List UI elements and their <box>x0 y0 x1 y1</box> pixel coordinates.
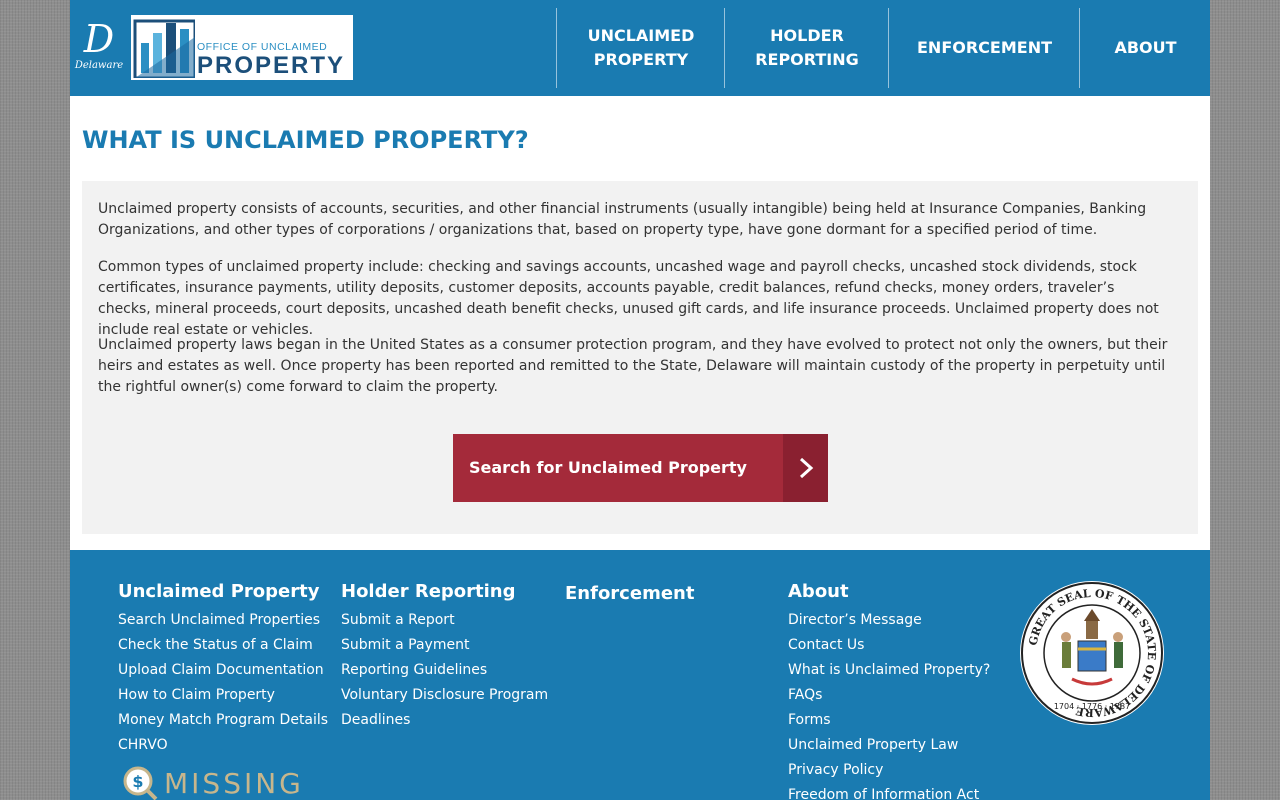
footer-link-contact-us[interactable]: Contact Us <box>788 633 990 658</box>
footer-heading[interactable]: Holder Reporting <box>341 580 548 604</box>
paragraph-common-types: Common types of unclaimed property inclu… <box>98 259 1159 338</box>
footer-link-how-to-claim[interactable]: How to Claim Property <box>118 683 328 708</box>
footer-link-foia[interactable]: Freedom of Information Act <box>788 783 990 800</box>
footer-link-unclaimed-property-law[interactable]: Unclaimed Property Law <box>788 733 990 758</box>
footer-col-unclaimed-property: Unclaimed Property Search Unclaimed Prop… <box>118 580 328 758</box>
nav-label-line1: HOLDER <box>770 26 844 45</box>
footer-link-forms[interactable]: Forms <box>788 708 990 733</box>
footer-link-money-match[interactable]: Money Match Program Details <box>118 708 328 733</box>
footer-link-faqs[interactable]: FAQs <box>788 683 990 708</box>
footer-link-privacy-policy[interactable]: Privacy Policy <box>788 758 990 783</box>
footer-col-holder-reporting: Holder Reporting Submit a Report Submit … <box>341 580 548 733</box>
page-title: WHAT IS UNCLAIMED PROPERTY? <box>82 126 529 154</box>
footer-link-voluntary-disclosure[interactable]: Voluntary Disclosure Program <box>341 683 548 708</box>
site-header: D Delaware OFFICE OF UNCLAIMED PROPERTY … <box>70 0 1210 96</box>
content-box: Unclaimed property consists of accounts,… <box>82 181 1198 534</box>
svg-text:$: $ <box>132 772 143 791</box>
paragraph-definition: Unclaimed property consists of accounts,… <box>98 201 1147 238</box>
office-unclaimed-property-logo[interactable]: OFFICE OF UNCLAIMED PROPERTY <box>131 15 353 80</box>
nav-about[interactable]: ABOUT <box>1079 8 1210 88</box>
delaware-state-seal: GREAT SEAL OF THE STATE OF DELAWARE 1704… <box>1020 581 1164 725</box>
chevron-right-icon <box>783 434 828 502</box>
missing-money-logo[interactable]: $ MISSING money <box>122 765 301 800</box>
nav-label-line1: ABOUT <box>1114 38 1177 57</box>
building-bars-icon <box>133 19 195 78</box>
page: D Delaware OFFICE OF UNCLAIMED PROPERTY … <box>70 0 1210 800</box>
nav-unclaimed-property[interactable]: UNCLAIMED PROPERTY <box>556 8 725 88</box>
footer-link-claim-status[interactable]: Check the Status of a Claim <box>118 633 328 658</box>
paragraph-laws: Unclaimed property laws began in the Uni… <box>98 337 1168 395</box>
footer-heading[interactable]: About <box>788 580 990 604</box>
footer-link-search-properties[interactable]: Search Unclaimed Properties <box>118 608 328 633</box>
footer-link-directors-message[interactable]: Director’s Message <box>788 608 990 633</box>
missing-money-bottom: money <box>166 795 279 800</box>
nav-label-line1: ENFORCEMENT <box>917 38 1052 57</box>
state-seal-icon: GREAT SEAL OF THE STATE OF DELAWARE 1704… <box>1021 582 1163 724</box>
footer-heading[interactable]: Unclaimed Property <box>118 580 328 604</box>
delaware-logo[interactable]: D Delaware <box>74 20 124 74</box>
footer-link-submit-payment[interactable]: Submit a Payment <box>341 633 548 658</box>
search-unclaimed-property-button[interactable]: Search for Unclaimed Property <box>453 434 828 502</box>
footer-link-chrvo[interactable]: CHRVO <box>118 733 328 758</box>
footer-heading[interactable]: Enforcement <box>565 582 694 606</box>
logo-line-property: PROPERTY <box>197 52 346 79</box>
delaware-logo-word: Delaware <box>74 60 124 71</box>
site-footer: Unclaimed Property Search Unclaimed Prop… <box>70 550 1210 800</box>
footer-link-what-is-unclaimed[interactable]: What is Unclaimed Property? <box>788 658 990 683</box>
delaware-logo-letter: D <box>83 17 115 61</box>
footer-link-reporting-guidelines[interactable]: Reporting Guidelines <box>341 658 548 683</box>
nav-label-line2: REPORTING <box>755 50 859 69</box>
nav-label-line1: UNCLAIMED <box>587 26 695 45</box>
footer-col-enforcement: Enforcement <box>565 582 694 610</box>
footer-link-deadlines[interactable]: Deadlines <box>341 708 548 733</box>
seal-years: 1704 · 1776 · 1787 <box>1054 702 1130 711</box>
magnifier-dollar-icon: $ <box>123 766 158 800</box>
footer-link-submit-report[interactable]: Submit a Report <box>341 608 548 633</box>
nav-enforcement[interactable]: ENFORCEMENT <box>888 8 1080 88</box>
footer-col-about: About Director’s Message Contact Us What… <box>788 580 990 800</box>
nav-holder-reporting[interactable]: HOLDER REPORTING <box>724 8 889 88</box>
search-button-label: Search for Unclaimed Property <box>469 458 747 477</box>
footer-link-upload-documentation[interactable]: Upload Claim Documentation <box>118 658 328 683</box>
nav-label-line2: PROPERTY <box>593 50 689 69</box>
